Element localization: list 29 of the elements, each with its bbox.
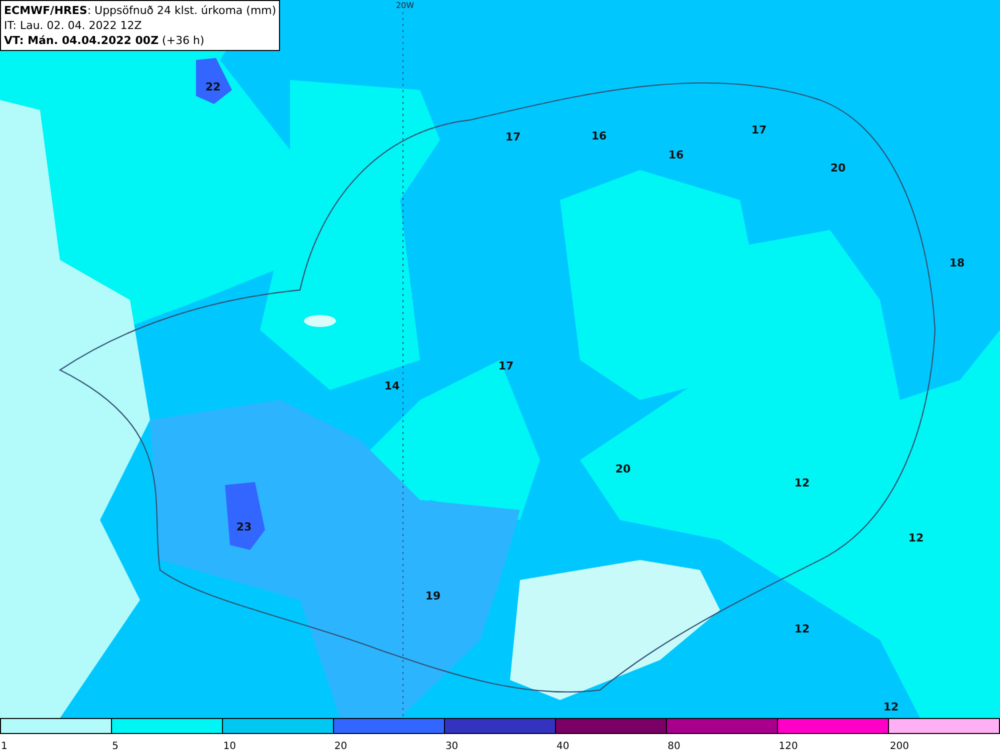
precipitation-value: 20: [830, 162, 846, 174]
legend-label: 200: [890, 741, 909, 750]
precipitation-value: 12: [794, 476, 810, 490]
legend-label: 1: [1, 741, 8, 750]
valid-time: VT: Mán. 04.04.2022 00Z (+36 h): [4, 33, 206, 48]
legend-label: 10: [223, 741, 236, 750]
chart-title: ECMWF/HRES: Uppsöfnuð 24 klst. úrkoma (mm): [4, 3, 276, 18]
legend-label: 5: [112, 741, 118, 750]
precipitation-value: 19: [425, 590, 441, 602]
legend-label: 120: [778, 741, 798, 750]
precipitation-value: 22: [205, 80, 221, 94]
precipitation-value: 20: [615, 462, 631, 476]
init-time: IT: Lau. 02. 04. 2022 12Z: [4, 18, 143, 33]
precipitation-value: 17: [751, 124, 767, 136]
meridian-label: 20W: [396, 1, 414, 10]
precipitation-value: 12: [794, 622, 810, 636]
precipitation-value: 17: [498, 360, 514, 372]
precipitation-value: 16: [668, 148, 684, 162]
precipitation-value: 17: [505, 130, 521, 144]
precipitation-value: 16: [591, 130, 607, 142]
precipitation-value: 14: [384, 380, 400, 392]
precipitation-value: 23: [236, 520, 252, 534]
precipitation-value: 18: [949, 256, 965, 270]
legend-label: 80: [668, 741, 680, 750]
legend-label: 30: [445, 741, 458, 750]
precipitation-value: 12: [908, 532, 924, 544]
precipitation-value: 12: [883, 700, 899, 714]
legend-label: 20: [334, 741, 348, 750]
legend-label: 40: [556, 741, 570, 750]
